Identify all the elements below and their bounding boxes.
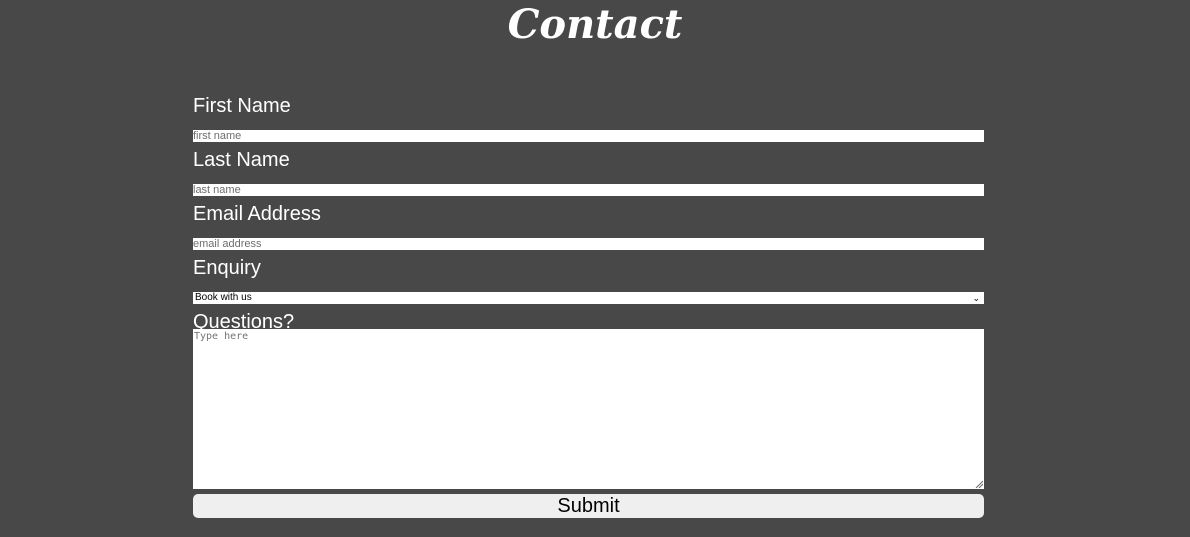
email-address-input[interactable] — [193, 238, 984, 250]
questions-textarea[interactable] — [193, 329, 984, 489]
chevron-down-icon: ⌄ — [972, 293, 980, 303]
submit-button[interactable]: Submit — [193, 494, 984, 518]
enquiry-select[interactable]: Book with us ⌄ — [193, 292, 984, 304]
page-title: Contact — [507, 1, 683, 48]
last-name-label: Last Name — [193, 149, 290, 171]
enquiry-label: Enquiry — [193, 257, 261, 279]
last-name-input[interactable] — [193, 184, 984, 196]
enquiry-selected-value: Book with us — [195, 292, 252, 303]
resize-grip-icon[interactable] — [975, 480, 983, 488]
first-name-input[interactable] — [193, 130, 984, 142]
email-address-label: Email Address — [193, 203, 321, 225]
first-name-label: First Name — [193, 95, 291, 117]
contact-form: First Name Last Name Email Address Enqui… — [193, 94, 984, 518]
